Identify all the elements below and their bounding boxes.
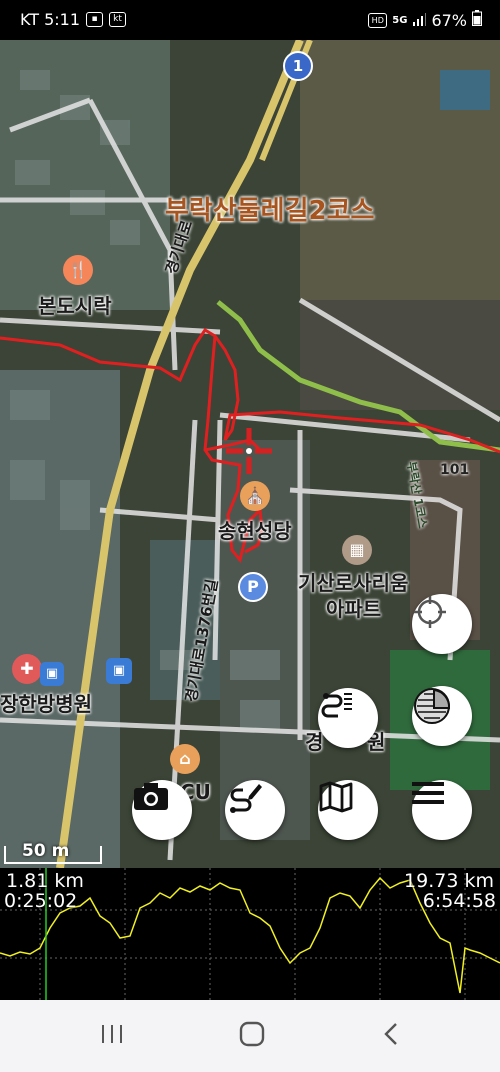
- status-bar: KT 5:11 ▪ kt HD 5G 67%: [0, 0, 500, 40]
- hospital-icon[interactable]: ✚: [12, 654, 42, 684]
- total-distance: 19.73 km: [404, 870, 494, 892]
- draw-route-button[interactable]: [225, 780, 285, 840]
- restaurant-label: 본도시락: [38, 294, 112, 318]
- highway-shield: 1: [283, 51, 313, 81]
- layers-button[interactable]: [412, 686, 472, 746]
- signal-icon: [412, 11, 427, 30]
- home-button[interactable]: [222, 1018, 282, 1054]
- gallery-icon: ▪: [86, 12, 104, 27]
- kt-icon: kt: [109, 12, 127, 27]
- bus-stop-icon[interactable]: ▣: [106, 658, 132, 684]
- map-view[interactable]: 1 부락산둘레길2코스 경기대로 부락산 1코스 🍴 본도시락 101 ⛪ 송현…: [0, 40, 500, 868]
- bus-stop-icon[interactable]: ▣: [40, 662, 64, 686]
- map-center-crosshair-icon: [226, 428, 272, 474]
- locate-button[interactable]: [412, 594, 472, 654]
- route-list-button[interactable]: [318, 688, 378, 748]
- battery-icon: [472, 10, 482, 30]
- home-icon: [239, 1021, 265, 1051]
- back-button[interactable]: [362, 1018, 422, 1054]
- building-number: 101: [440, 462, 470, 478]
- apartment-icon[interactable]: ▦: [342, 535, 372, 565]
- church-icon[interactable]: ⛪: [240, 481, 270, 511]
- elevation-profile[interactable]: 1.81 km 0:25:02 19.73 km 6:54:58: [0, 868, 500, 1000]
- back-icon: [382, 1022, 402, 1050]
- store-icon[interactable]: ⌂: [170, 744, 200, 774]
- trail-name-label: 부락산둘레길2코스: [165, 196, 375, 226]
- network-type: 5G: [392, 14, 408, 26]
- recent-apps-button[interactable]: [82, 1018, 142, 1054]
- current-distance: 1.81 km: [6, 870, 84, 892]
- navigation-bar: [0, 1000, 500, 1072]
- camera-button[interactable]: [132, 780, 192, 840]
- hospital-label: 장한방병원: [0, 692, 92, 716]
- recent-apps-icon: [99, 1023, 125, 1049]
- battery-level: 67%: [431, 10, 467, 30]
- parking-icon[interactable]: P: [238, 572, 268, 602]
- scale-bar: [4, 846, 102, 864]
- restaurant-icon[interactable]: 🍴: [63, 255, 93, 285]
- carrier-time: KT 5:11: [20, 10, 81, 29]
- hd-voice-icon: HD: [368, 12, 388, 28]
- apartment-label-line1: 기산로사리움: [298, 571, 409, 595]
- menu-button[interactable]: [412, 780, 472, 840]
- map-button[interactable]: [318, 780, 378, 840]
- church-label: 송현성당: [218, 519, 292, 543]
- total-time: 6:54:58: [422, 890, 496, 912]
- current-time: 0:25:02: [4, 890, 78, 912]
- apartment-label-line2: 아파트: [326, 597, 382, 621]
